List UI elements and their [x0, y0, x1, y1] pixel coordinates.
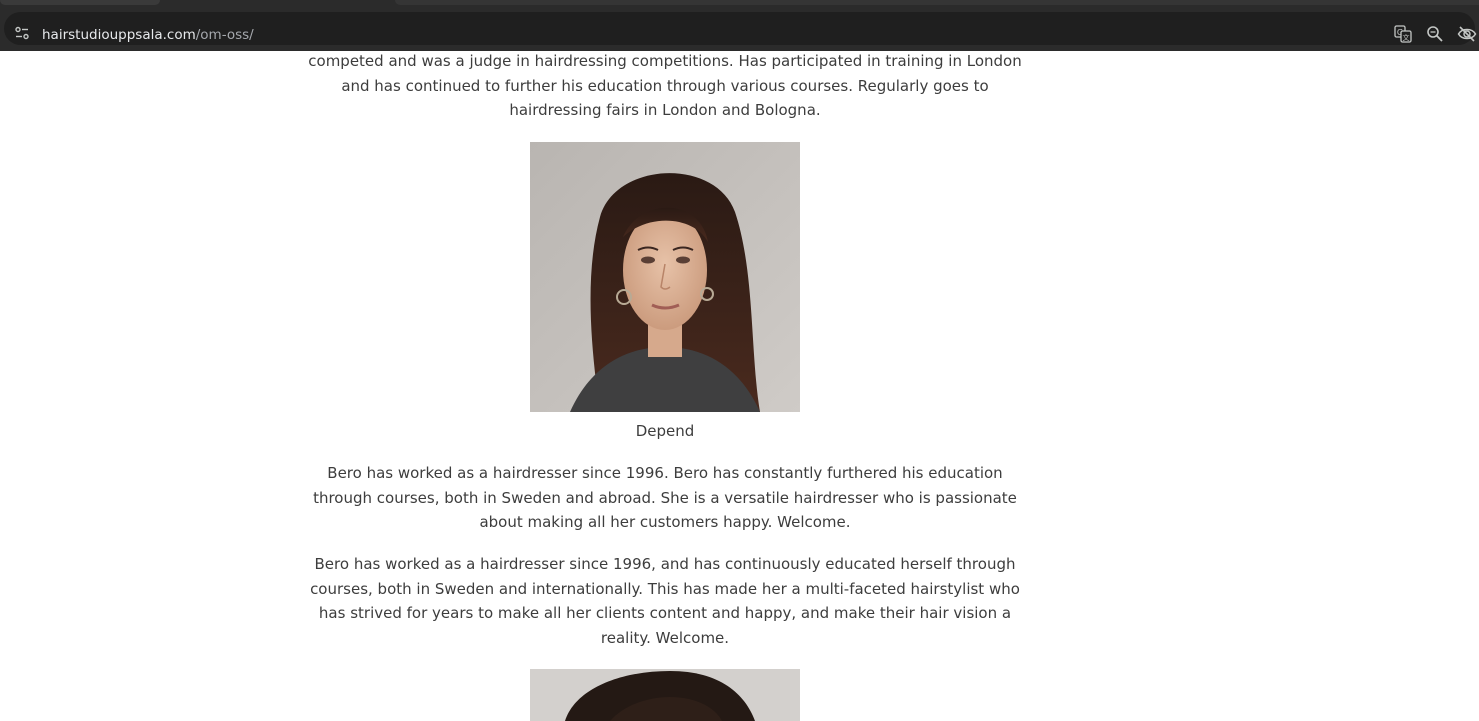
staff-bio-2: Bero has worked as a hairdresser since 1… [310, 555, 1020, 647]
browser-tab-inactive[interactable] [395, 0, 1479, 5]
translate-icon[interactable]: G 文 [1393, 24, 1413, 44]
zoom-icon[interactable] [1425, 24, 1445, 44]
eye-off-icon[interactable] [1457, 24, 1477, 44]
address-bar[interactable]: hairstudiouppsala.com/om-oss/ G 文 [4, 12, 1477, 46]
staff-photo [530, 142, 800, 412]
intro-text: competed and was a judge in hairdressing… [308, 52, 1022, 119]
url-domain: hairstudiouppsala.com [42, 27, 196, 43]
staff-name-caption: Depend [635, 422, 695, 440]
staff-bio-paragraph-2: Bero has worked as a hairdresser since 1… [305, 552, 1025, 650]
browser-tab[interactable] [0, 0, 160, 5]
staff-bio-paragraph: Bero has worked as a hairdresser since 1… [305, 461, 1025, 535]
svg-text:文: 文 [1403, 33, 1410, 42]
staff-photo-2 [530, 669, 800, 721]
browser-toolbar: hairstudiouppsala.com/om-oss/ G 文 [0, 6, 1479, 51]
staff-bio-1: Bero has worked as a hairdresser since 1… [313, 464, 1017, 531]
intro-paragraph: competed and was a judge in hairdressing… [305, 49, 1025, 123]
url-path: /om-oss/ [195, 27, 254, 43]
site-info-icon[interactable] [9, 20, 35, 46]
url-text[interactable]: hairstudiouppsala.com/om-oss/ [42, 27, 254, 43]
